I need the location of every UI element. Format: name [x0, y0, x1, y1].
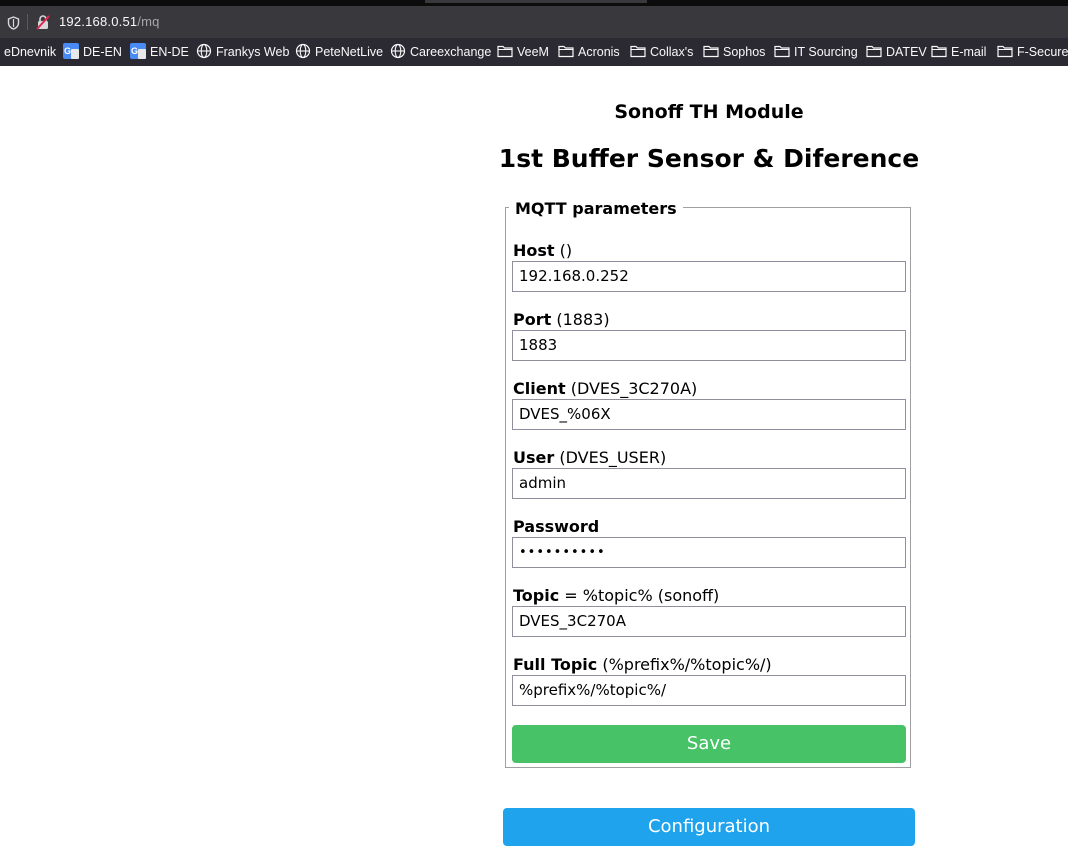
device-title: 1st Buffer Sensor & Diference — [498, 144, 920, 173]
password-label-text: Password — [513, 517, 600, 536]
bookmark-veem[interactable]: VeeM — [497, 44, 549, 60]
user-label-text: User — [513, 448, 555, 467]
bookmark-careexchange[interactable]: Careexchange — [390, 43, 492, 62]
password-label: Password — [513, 517, 599, 536]
bookmark-f-secure[interactable]: F-Secure — [997, 44, 1068, 60]
address-bar[interactable]: 192.168.0.51/mq — [0, 6, 1068, 38]
bookmark-e-mail[interactable]: E-mail — [931, 44, 986, 60]
bookmark-label: PeteNetLive — [315, 45, 384, 59]
host-input[interactable]: 192.168.0.252 — [512, 261, 906, 292]
bookmark-de-en[interactable]: G DE-EN — [63, 42, 122, 62]
password-input[interactable]: •••••••••• — [512, 537, 906, 568]
client-label-text: Client — [513, 379, 566, 398]
svg-text:G: G — [131, 46, 138, 56]
port-hint: (1883) — [551, 310, 610, 329]
bookmark-label: E-mail — [951, 45, 987, 59]
folder-icon — [497, 44, 513, 61]
port-input[interactable]: 1883 — [512, 330, 906, 361]
bookmark-label: DE-EN — [83, 45, 122, 59]
globe-icon — [295, 43, 311, 62]
full-topic-input[interactable]: %prefix%/%topic%/ — [512, 675, 906, 706]
bookmark-label: DATEV — [886, 45, 927, 59]
bookmark-sophos[interactable]: Sophos — [703, 44, 765, 60]
full-topic-label-text: Full Topic — [513, 655, 598, 674]
folder-icon — [703, 44, 719, 61]
client-input[interactable]: DVES_%06X — [512, 399, 906, 430]
bookmark-label: eDnevnik — [4, 45, 57, 59]
module-title: Sonoff TH Module — [614, 101, 804, 123]
host-label-text: Host — [513, 241, 555, 260]
page-content: Sonoff TH Module 1st Buffer Sensor & Dif… — [0, 66, 1068, 860]
user-input[interactable]: admin — [512, 468, 906, 499]
url-path: /mq — [137, 14, 160, 29]
full-topic-hint: (%prefix%/%topic%/) — [597, 655, 772, 674]
bookmark-label: EN-DE — [150, 45, 189, 59]
configuration-button[interactable]: Configuration — [503, 808, 915, 846]
bookmark-label: Careexchange — [410, 45, 492, 59]
port-label-text: Port — [513, 310, 552, 329]
bookmark-label: Acronis — [578, 45, 620, 59]
bookmark-label: Frankys Web — [216, 45, 290, 59]
bookmark-en-de[interactable]: G EN-DE — [130, 42, 189, 62]
fieldset-legend: MQTT parameters — [509, 199, 683, 218]
client-label: Client (DVES_3C270A) — [513, 379, 697, 398]
host-hint: () — [554, 241, 573, 260]
globe-icon — [196, 43, 212, 62]
host-label: Host () — [513, 241, 572, 260]
bookmark-collaxs[interactable]: Collax's — [630, 44, 693, 60]
topic-label-text: Topic — [513, 586, 560, 605]
bookmarks-toolbar: eDnevnik G DE-EN G EN-DE Frankys Web Pet… — [0, 38, 1068, 66]
folder-icon — [997, 44, 1013, 61]
translate-icon: G — [130, 42, 146, 62]
svg-text:G: G — [64, 46, 71, 56]
topic-hint: = %topic% (sonoff) — [559, 586, 720, 605]
tracking-shield-icon[interactable] — [7, 15, 20, 34]
folder-icon — [558, 44, 574, 61]
bookmark-label: Sophos — [723, 45, 766, 59]
active-tab-indicator — [425, 0, 647, 3]
folder-icon — [630, 44, 646, 61]
address-bar-separator — [27, 14, 28, 30]
bookmark-ednevnik[interactable]: eDnevnik — [4, 44, 56, 60]
bookmark-label: F-Secure — [1017, 45, 1068, 59]
user-label: User (DVES_USER) — [513, 448, 666, 467]
client-hint: (DVES_3C270A) — [565, 379, 698, 398]
bookmark-datev[interactable]: DATEV — [866, 44, 927, 60]
topic-label: Topic = %topic% (sonoff) — [513, 586, 719, 605]
full-topic-label: Full Topic (%prefix%/%topic%/) — [513, 655, 772, 674]
bookmark-label: Collax's — [650, 45, 694, 59]
save-button[interactable]: Save — [512, 725, 906, 763]
port-label: Port (1883) — [513, 310, 610, 329]
bookmark-it-sourcing[interactable]: IT Sourcing — [774, 44, 858, 60]
bookmark-frankys-web[interactable]: Frankys Web — [196, 43, 290, 62]
bookmark-petenetlive[interactable]: PeteNetLive — [295, 43, 384, 62]
folder-icon — [866, 44, 882, 61]
bookmark-label: VeeM — [517, 45, 549, 59]
topic-input[interactable]: DVES_3C270A — [512, 606, 906, 637]
bookmark-label: IT Sourcing — [794, 45, 858, 59]
folder-icon — [931, 44, 947, 61]
globe-icon — [390, 43, 406, 62]
url-host: 192.168.0.51 — [59, 14, 138, 29]
insecure-lock-icon[interactable] — [35, 14, 51, 34]
translate-icon: G — [63, 42, 79, 62]
url-text[interactable]: 192.168.0.51/mq — [59, 14, 160, 29]
bookmark-acronis[interactable]: Acronis — [558, 44, 620, 60]
folder-icon — [774, 44, 790, 61]
user-hint: (DVES_USER) — [554, 448, 667, 467]
